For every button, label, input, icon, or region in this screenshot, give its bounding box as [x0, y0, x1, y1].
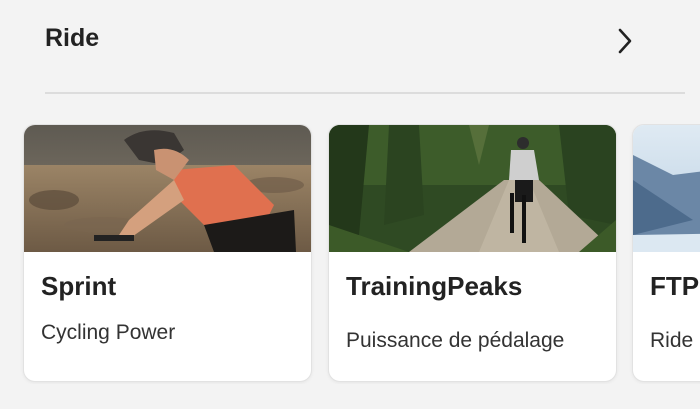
section-divider [45, 92, 685, 94]
card-subtitle: Cycling Power [41, 321, 176, 344]
forest-road-cyclist-image [329, 125, 616, 252]
chevron-right-icon[interactable] [610, 24, 640, 58]
section-header: Ride [0, 0, 700, 92]
workout-card-sprint[interactable]: Sprint Cycling Power [23, 124, 312, 382]
card-title: FTP [650, 271, 700, 301]
section-title: Ride [45, 24, 100, 52]
card-subtitle: Puissance de pédalage [346, 329, 565, 352]
cyclist-image [24, 125, 311, 252]
workout-card-ftp[interactable]: FTP Ride [632, 124, 700, 382]
card-title: TrainingPeaks [346, 271, 523, 301]
workout-card-carousel[interactable]: Sprint Cycling Power TrainingPeaks Puiss… [0, 124, 700, 384]
card-title: Sprint [41, 271, 117, 301]
mountain-lake-image [633, 125, 700, 252]
card-subtitle: Ride [650, 329, 694, 352]
workout-card-trainingpeaks[interactable]: TrainingPeaks Puissance de pédalage [328, 124, 617, 382]
